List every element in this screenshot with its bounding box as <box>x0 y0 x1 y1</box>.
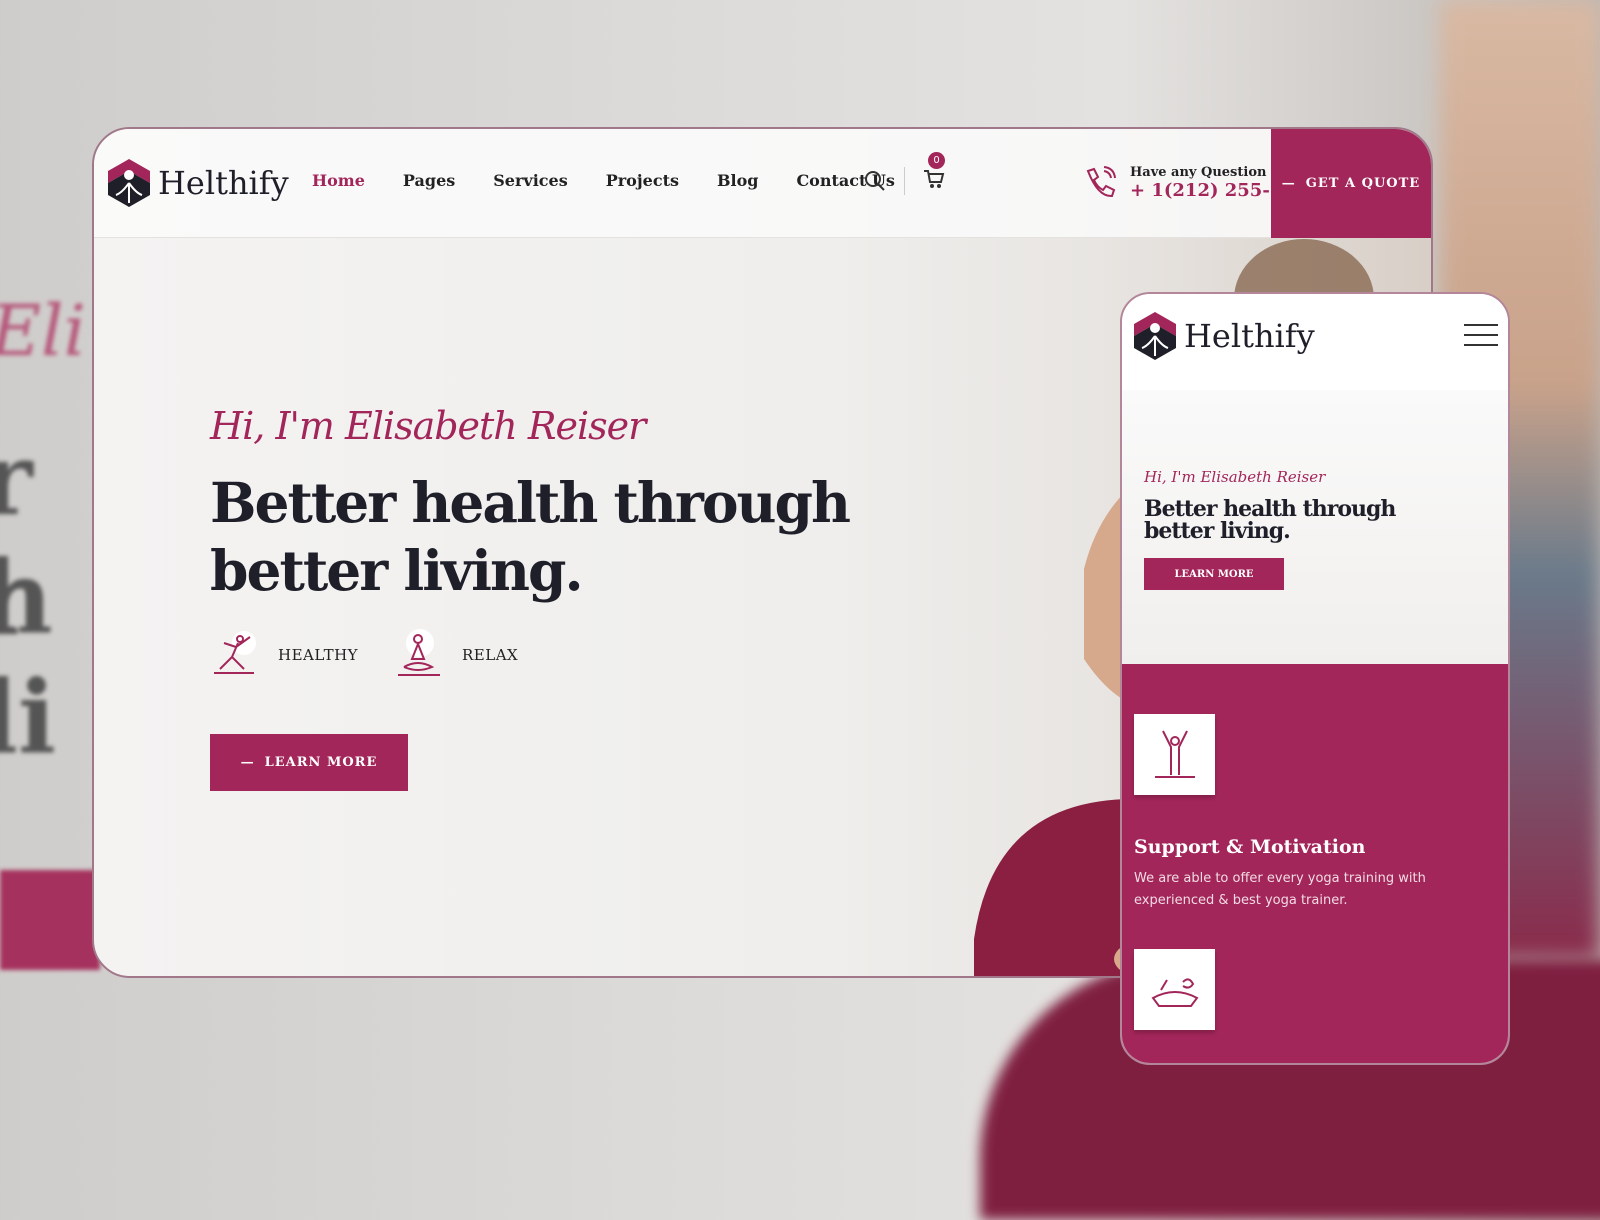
service-description: We are able to offer every yoga training… <box>1134 871 1426 908</box>
nav-home[interactable]: Home <box>312 171 365 190</box>
phone-icon <box>1086 166 1116 198</box>
hamburger-menu-icon[interactable] <box>1464 324 1498 354</box>
mobile-greeting: Hi, I'm Elisabeth Reiser <box>1144 468 1326 486</box>
mobile-title-line1: Better health through <box>1144 496 1396 522</box>
massage-icon <box>1151 977 1198 1007</box>
service-icon-box <box>1134 949 1215 1030</box>
brand-name: Helthify <box>158 164 289 202</box>
mobile-logo[interactable]: Helthify <box>1134 312 1315 360</box>
arms-raised-icon <box>1154 730 1195 778</box>
logo[interactable]: Helthify <box>108 159 289 207</box>
dash-icon: — <box>240 755 255 770</box>
nav-blog[interactable]: Blog <box>717 171 758 190</box>
mobile-services: Support & Motivation We are able to offe… <box>1122 664 1508 1063</box>
feature-healthy: HEALTHY <box>210 629 358 681</box>
learn-more-label: LEARN MORE <box>264 755 378 770</box>
yoga-pose-icon <box>214 631 256 674</box>
hero-title-line2: better living. <box>210 538 584 603</box>
logo-icon <box>108 159 150 207</box>
meditation-icon <box>398 629 440 676</box>
cart-count-badge: 0 <box>928 152 945 169</box>
quote-label: GET A QUOTE <box>1305 176 1421 191</box>
logo-icon <box>1134 312 1176 360</box>
feature-relax: RELAX <box>394 629 518 681</box>
hero-title-line1: Better health through <box>210 470 851 535</box>
dash-icon: — <box>1281 176 1296 191</box>
mobile-learn-more-button[interactable]: LEARN MORE <box>1144 558 1284 590</box>
hero-greeting: Hi, I'm Elisabeth Reiser <box>210 404 646 448</box>
cart-button[interactable]: 0 <box>923 152 945 194</box>
header-icons: 0 <box>864 152 945 195</box>
search-icon[interactable] <box>864 170 886 192</box>
service-icon-box <box>1134 714 1215 795</box>
nav-projects[interactable]: Projects <box>606 171 679 190</box>
mobile-title: Better health through better living. <box>1144 496 1396 544</box>
mobile-header: Helthify <box>1122 294 1508 390</box>
main-menu: Home Pages Services Projects Blog Contac… <box>312 171 895 190</box>
service-title: Support & Motivation <box>1134 836 1366 858</box>
mobile-title-line2: better living. <box>1144 518 1291 544</box>
nav-services[interactable]: Services <box>493 171 567 190</box>
nav-pages[interactable]: Pages <box>403 171 455 190</box>
cart-icon <box>924 170 945 188</box>
hero-title: Better health through better living. <box>210 469 851 605</box>
feature-label: HEALTHY <box>278 646 359 664</box>
brand-name: Helthify <box>1184 317 1315 355</box>
learn-more-button[interactable]: — LEARN MORE <box>210 734 408 791</box>
mobile-hero: Hi, I'm Elisabeth Reiser Better health t… <box>1122 390 1508 664</box>
feature-label: RELAX <box>462 646 519 664</box>
get-a-quote-button[interactable]: — GET A QUOTE <box>1271 129 1431 238</box>
background-blur: Elir hr li <box>0 280 100 980</box>
header-nav: Helthify Home Pages Services Projects Bl… <box>94 129 1431 238</box>
mobile-preview: Helthify Hi, I'm Elisabeth Reiser Better… <box>1120 292 1510 1065</box>
divider <box>904 167 905 195</box>
